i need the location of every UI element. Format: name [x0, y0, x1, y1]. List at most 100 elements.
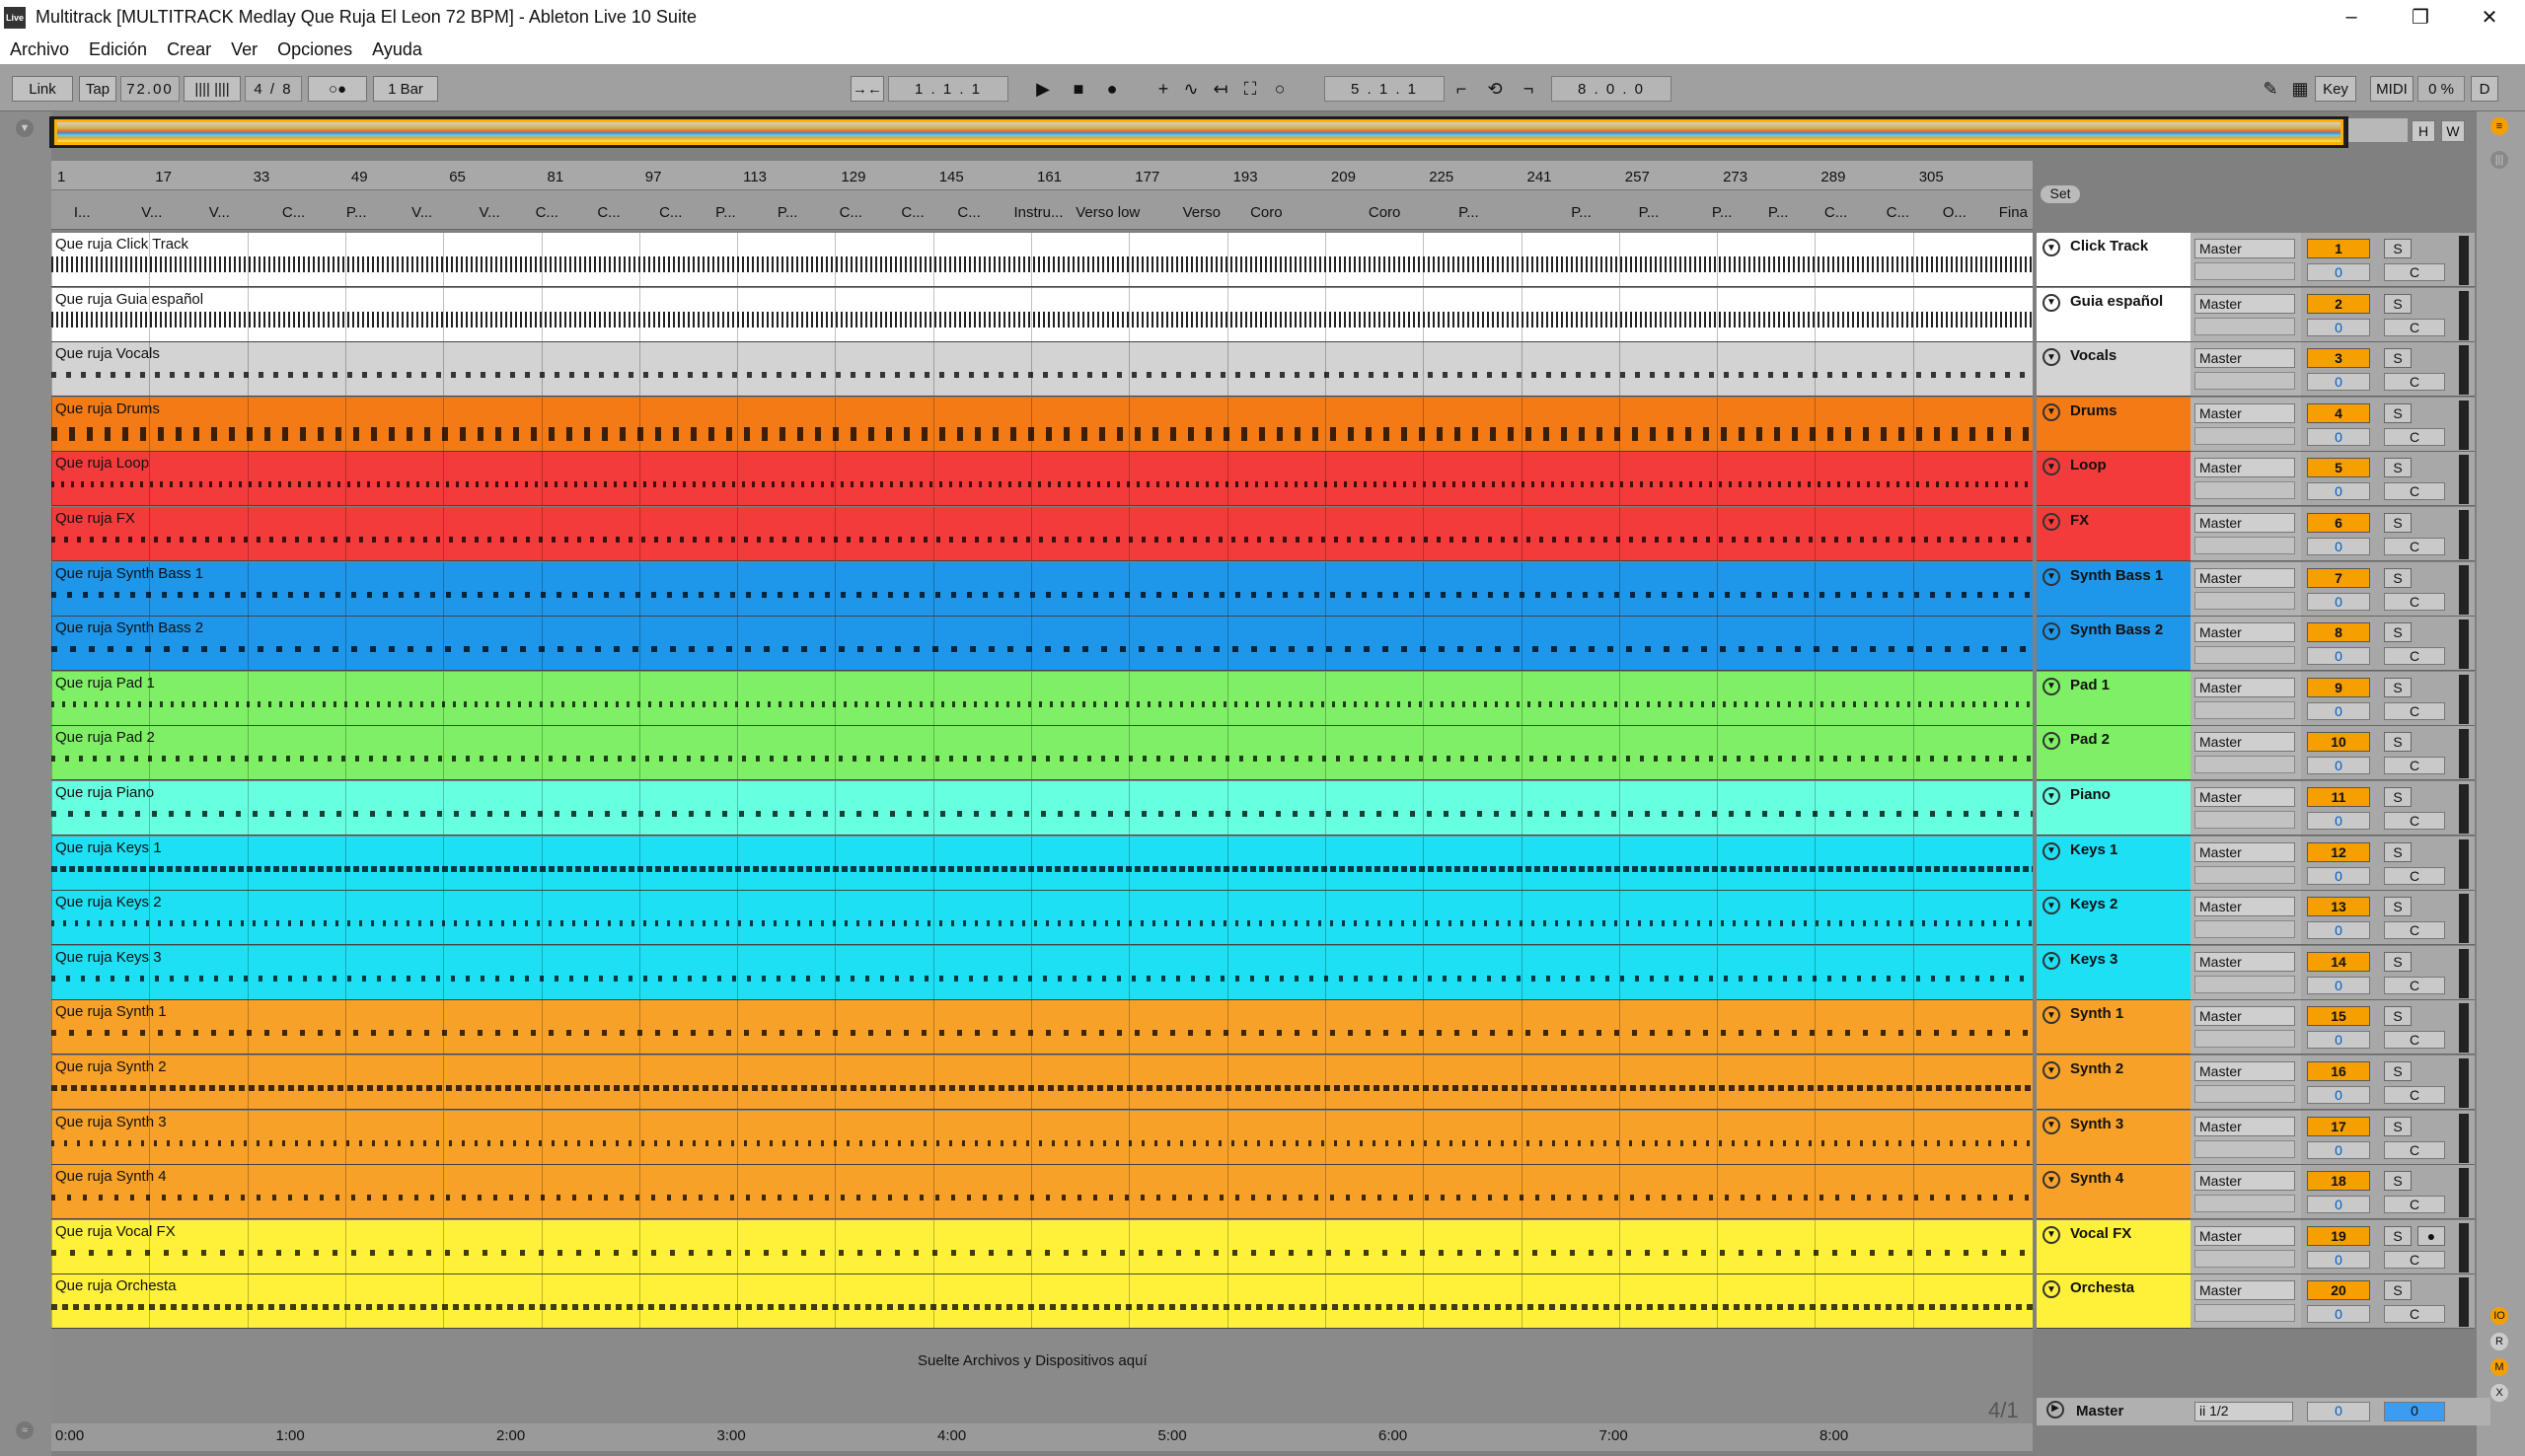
track-fold-icon[interactable]: ▼ [2042, 1006, 2060, 1025]
solo-button[interactable]: S [2384, 622, 2412, 643]
output-channel-select[interactable] [2194, 481, 2295, 500]
track-header[interactable]: ▼ Piano [2037, 781, 2191, 836]
track-volume[interactable]: 0 [2307, 263, 2370, 281]
session-record-icon[interactable]: ○ [1267, 76, 1293, 102]
clip-lane[interactable]: Que ruja Loop [51, 452, 2033, 507]
bar-ruler[interactable]: 1 17 33 49 65 81 97 113 129 145 161 177 193 209 225 241… [51, 161, 2033, 190]
track-fold-icon[interactable]: ▼ [2042, 348, 2060, 367]
track-volume[interactable]: 0 [2307, 318, 2370, 336]
track-name[interactable]: Piano [2070, 786, 2111, 803]
track-volume[interactable]: 0 [2307, 647, 2370, 666]
track-name[interactable]: Click Track [2070, 238, 2148, 255]
track-activator[interactable]: 13 [2307, 897, 2370, 917]
output-routing-select[interactable]: Master [2194, 293, 2295, 314]
solo-button[interactable]: S [2384, 897, 2412, 917]
output-channel-select[interactable] [2194, 1195, 2295, 1213]
punch-in-icon[interactable]: ⌐ [1448, 76, 1474, 102]
track-name[interactable]: Keys 3 [2070, 951, 2117, 968]
track-activator[interactable]: 8 [2307, 622, 2370, 643]
master-pan[interactable]: 0 [2384, 1402, 2445, 1421]
track-volume[interactable]: 0 [2307, 812, 2370, 830]
track-header[interactable]: ▼ Keys 3 [2037, 945, 2191, 1000]
locator-marker[interactable]: P... [1571, 204, 1592, 221]
locator-marker[interactable]: P... [778, 204, 798, 221]
locator-marker[interactable]: P... [346, 204, 367, 221]
output-channel-select[interactable] [2194, 591, 2295, 610]
track-fold-icon[interactable]: ▼ [2042, 841, 2060, 860]
track-activator[interactable]: 9 [2307, 677, 2370, 697]
track-volume[interactable]: 0 [2307, 482, 2370, 501]
clip-lane[interactable]: Que ruja Synth Bass 2 [51, 617, 2033, 672]
track-activator[interactable]: 18 [2307, 1171, 2370, 1192]
solo-button[interactable]: S [2384, 677, 2412, 697]
output-channel-select[interactable] [2194, 1030, 2295, 1049]
track-volume[interactable]: 0 [2307, 1196, 2370, 1214]
overdub-icon[interactable]: + [1151, 76, 1176, 102]
metronome-button[interactable]: ○● [308, 76, 367, 102]
track-header[interactable]: ▼ Orchesta [2037, 1274, 2191, 1330]
track-header[interactable]: ▼ Keys 2 [2037, 891, 2191, 946]
track-activator[interactable]: 5 [2307, 458, 2370, 478]
track-header[interactable]: ▼ Loop [2037, 452, 2191, 507]
track-volume[interactable]: 0 [2307, 757, 2370, 775]
time-ruler[interactable]: 0:00 1:00 2:00 3:00 4:00 5:00 6:00 7:00 8:00 [51, 1423, 2033, 1451]
track-fold-icon[interactable]: ▼ [2042, 622, 2060, 641]
track-fold-icon[interactable]: ▼ [2042, 897, 2060, 915]
output-channel-select[interactable] [2194, 1304, 2295, 1323]
track-header[interactable]: ▼ Synth 2 [2037, 1056, 2191, 1110]
output-routing-select[interactable]: Master [2194, 732, 2295, 753]
track-volume[interactable]: 0 [2307, 866, 2370, 885]
track-fold-icon[interactable]: ▼ [2042, 1171, 2060, 1190]
cue-button[interactable]: C [2384, 1305, 2445, 1324]
menu-archivo[interactable]: Archivo [0, 39, 79, 60]
record-icon[interactable]: ● [1099, 76, 1125, 102]
track-volume[interactable]: 0 [2307, 373, 2370, 392]
solo-button[interactable]: S [2384, 787, 2412, 807]
computer-keyboard-icon[interactable]: ▦ [2287, 76, 2313, 102]
locator-marker[interactable]: C... [840, 204, 862, 221]
track-name[interactable]: Pad 2 [2070, 731, 2110, 748]
solo-button[interactable]: S [2384, 1006, 2412, 1027]
clip-lane[interactable]: Que ruja Drums [51, 397, 2033, 452]
track-volume[interactable]: 0 [2307, 592, 2370, 611]
locator-marker[interactable]: I... [74, 204, 91, 221]
song-position-field[interactable]: 1 . 1 . 1 [888, 76, 1008, 102]
cue-button[interactable]: C [2384, 1250, 2445, 1269]
track-activator[interactable]: 7 [2307, 567, 2370, 588]
clip-lane[interactable]: Que ruja Keys 2 [51, 891, 2033, 946]
cue-button[interactable]: C [2384, 318, 2445, 336]
cue-button[interactable]: C [2384, 482, 2445, 501]
output-routing-select[interactable]: Master [2194, 677, 2295, 697]
solo-button[interactable]: S [2384, 402, 2412, 423]
follow-button[interactable]: →← [851, 76, 884, 102]
track-header[interactable]: ▼ Synth 4 [2037, 1165, 2191, 1220]
track-activator[interactable]: 12 [2307, 841, 2370, 862]
clip-lane[interactable]: Que ruja Orchesta [51, 1274, 2033, 1330]
locator-marker[interactable]: V... [141, 204, 162, 221]
output-routing-select[interactable]: Master [2194, 402, 2295, 423]
locator-marker[interactable]: P... [1458, 204, 1479, 221]
track-fold-icon[interactable]: ▼ [2042, 951, 2060, 970]
clip-lane[interactable]: Que ruja Pad 2 [51, 726, 2033, 781]
solo-button[interactable]: S [2384, 513, 2412, 533]
output-routing-select[interactable]: Master [2194, 1171, 2295, 1192]
locator-marker[interactable]: C... [1887, 204, 1909, 221]
track-volume[interactable]: 0 [2307, 976, 2370, 994]
track-header[interactable]: ▼ Keys 1 [2037, 836, 2191, 891]
quantize-select[interactable]: 1 Bar [373, 76, 438, 102]
track-name[interactable]: Synth 1 [2070, 1005, 2123, 1022]
locator-marker[interactable]: Verso [1183, 204, 1221, 221]
menu-edicion[interactable]: Edición [79, 39, 157, 60]
solo-button[interactable]: S [2384, 458, 2412, 478]
track-activator[interactable]: 6 [2307, 513, 2370, 533]
close-button[interactable]: ✕ [2455, 0, 2524, 35]
track-header[interactable]: ▼ Pad 1 [2037, 671, 2191, 726]
output-channel-select[interactable] [2194, 811, 2295, 829]
output-channel-select[interactable] [2194, 317, 2295, 335]
track-name[interactable]: Loop [2070, 457, 2107, 473]
solo-button[interactable]: S [2384, 1171, 2412, 1192]
track-name[interactable]: Keys 1 [2070, 841, 2117, 858]
solo-button[interactable]: S [2384, 567, 2412, 588]
track-fold-icon[interactable]: ▼ [2042, 787, 2060, 805]
cue-button[interactable]: C [2384, 976, 2445, 994]
